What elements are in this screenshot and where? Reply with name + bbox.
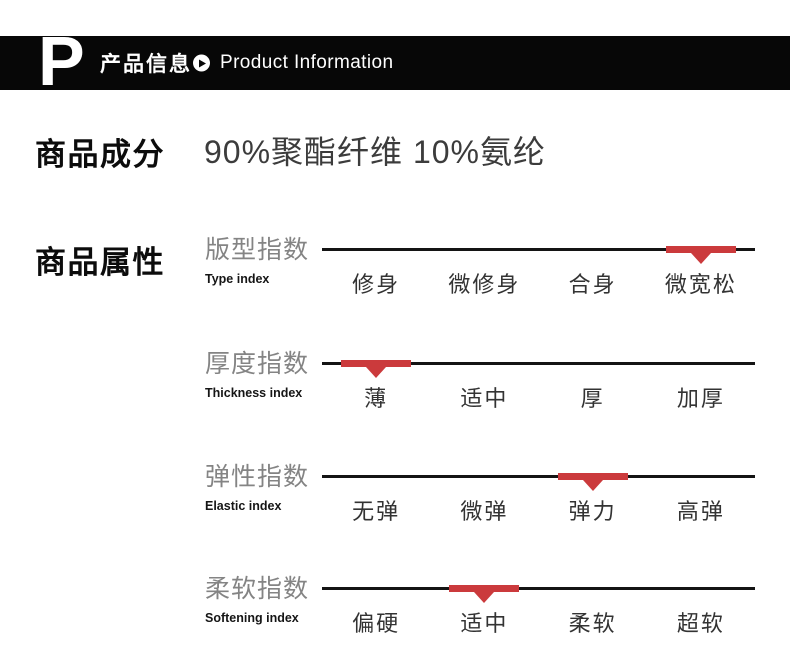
scale-options: 薄适中厚加厚 (322, 381, 755, 413)
selected-marker (341, 360, 411, 367)
composition-value: 90%聚酯纤维 10%氨纶 (204, 127, 546, 173)
marker-triangle-icon (691, 253, 711, 264)
scale-option: 偏硬 (322, 606, 430, 638)
selected-marker (449, 585, 519, 592)
scale-option: 无弹 (322, 494, 430, 526)
selected-marker (558, 473, 628, 480)
marker-triangle-icon (474, 592, 494, 603)
attribute-name-zh: 版型指数 (205, 235, 321, 265)
scale-options: 修身微修身合身微宽松 (322, 267, 755, 299)
selected-marker (666, 246, 736, 253)
scale-option: 适中 (430, 381, 538, 413)
attribute-name-zh: 柔软指数 (205, 574, 321, 604)
scale-options: 偏硬适中柔软超软 (322, 606, 755, 638)
scale-option: 加厚 (647, 381, 755, 413)
attribute-name-zh: 厚度指数 (205, 349, 321, 379)
attribute-name-en: Elastic index (205, 499, 321, 513)
scale-line (322, 587, 755, 590)
play-circle-icon (193, 55, 210, 72)
attribute-name-en: Softening index (205, 611, 321, 625)
attribute-name-en: Type index (205, 272, 321, 286)
composition-label: 商品成分 (35, 129, 165, 174)
scale-option: 微修身 (430, 267, 538, 299)
product-info-page: P 产品信息 Product Information 商品成分 90%聚酯纤维 … (0, 0, 790, 663)
scale-option: 超软 (647, 606, 755, 638)
scale-option: 厚 (539, 381, 647, 413)
attribute-label: 弹性指数 Elastic index (205, 462, 321, 513)
scale-option: 适中 (430, 606, 538, 638)
scale-option: 微弹 (430, 494, 538, 526)
attribute-name-zh: 弹性指数 (205, 462, 321, 492)
header-title-en: Product Information (220, 52, 393, 74)
scale-option: 合身 (539, 267, 647, 299)
attribute-label: 版型指数 Type index (205, 235, 321, 286)
scale-option: 修身 (322, 267, 430, 299)
scale-options: 无弹微弹弹力高弹 (322, 494, 755, 526)
attribute-label: 厚度指数 Thickness index (205, 349, 321, 400)
brand-letter-p: P (38, 26, 85, 96)
scale-option: 弹力 (539, 494, 647, 526)
scale-line (322, 475, 755, 478)
play-triangle-icon (199, 59, 206, 67)
header-title-zh: 产品信息 (100, 48, 192, 78)
scale-option: 薄 (322, 381, 430, 413)
attributes-label: 商品属性 (35, 237, 165, 282)
attribute-label: 柔软指数 Softening index (205, 574, 321, 625)
header-banner: P 产品信息 Product Information (0, 36, 790, 90)
scale-option: 柔软 (539, 606, 647, 638)
marker-triangle-icon (583, 480, 603, 491)
attribute-name-en: Thickness index (205, 386, 321, 400)
scale-option: 微宽松 (647, 267, 755, 299)
scale-option: 高弹 (647, 494, 755, 526)
marker-triangle-icon (366, 367, 386, 378)
